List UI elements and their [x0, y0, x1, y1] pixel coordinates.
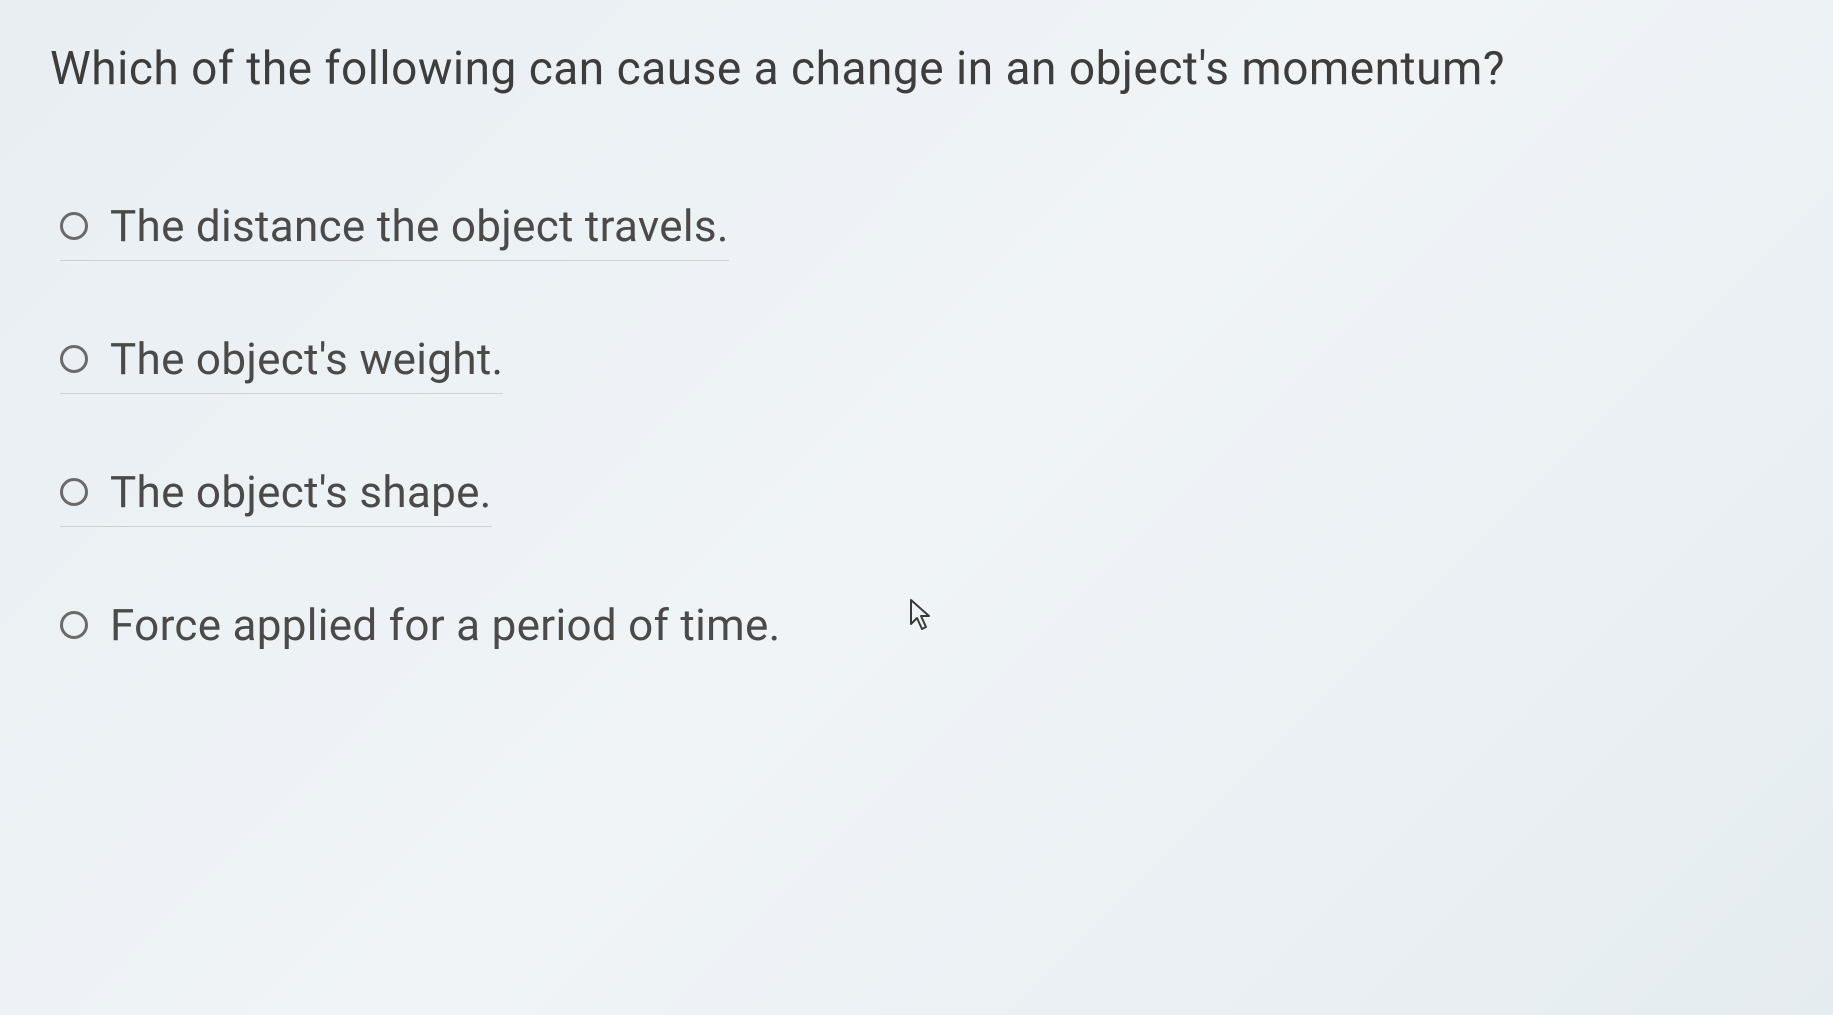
options-container: The distance the object travels. The obj…: [50, 200, 1783, 659]
option-label: The object's shape.: [110, 466, 492, 518]
radio-icon: [60, 478, 88, 506]
radio-icon: [60, 212, 88, 240]
radio-icon: [60, 345, 88, 373]
option-shape[interactable]: The object's shape.: [60, 466, 492, 527]
radio-icon: [60, 611, 88, 639]
option-force[interactable]: Force applied for a period of time.: [60, 599, 781, 659]
option-label: The distance the object travels.: [110, 200, 729, 252]
option-label: Force applied for a period of time.: [110, 599, 781, 651]
option-weight[interactable]: The object's weight.: [60, 333, 503, 394]
option-distance[interactable]: The distance the object travels.: [60, 200, 729, 261]
option-label: The object's weight.: [110, 333, 503, 385]
question-text: Which of the following can cause a chang…: [50, 40, 1783, 100]
